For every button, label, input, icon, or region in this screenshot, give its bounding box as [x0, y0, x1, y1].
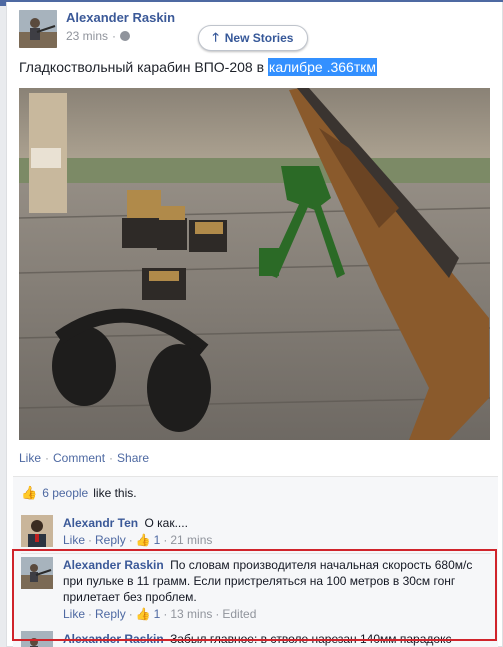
new-stories-button[interactable]: 🡑 New Stories — [198, 25, 308, 51]
meta-dot: · — [112, 29, 117, 43]
action-dot: · — [128, 533, 133, 547]
post-photo[interactable] — [19, 88, 490, 440]
likes-people-link[interactable]: 6 people — [42, 486, 88, 500]
share-link[interactable]: Share — [117, 451, 149, 465]
action-dot: · — [45, 451, 50, 465]
post-time[interactable]: 23 mins — [66, 29, 108, 43]
action-dot: · — [88, 533, 93, 547]
thumbs-up-icon: 👍 — [135, 533, 151, 547]
author-avatar[interactable] — [19, 10, 57, 48]
comment-like-link[interactable]: Like — [63, 532, 85, 548]
post-text-highlight: калибре .366ткм — [267, 58, 378, 76]
thumbs-up-icon: 👍 — [21, 485, 38, 500]
likes-suffix: like this. — [93, 486, 137, 500]
comment-text: О как.... — [144, 516, 188, 530]
comment-like-count[interactable]: 1 — [154, 532, 161, 548]
comment-body: Alexandr Ten О как.... Like · Reply · 👍 … — [63, 515, 483, 548]
comment-time[interactable]: 21 mins — [170, 532, 212, 548]
post-actions: Like · Comment · Share — [19, 451, 149, 465]
post-text: Гладкоствольный карабин ВПО-208 в калибр… — [19, 58, 378, 76]
comment-actions: Like · Reply · 👍 1 · 21 mins — [63, 532, 483, 548]
like-link[interactable]: Like — [19, 451, 41, 465]
globe-icon — [120, 31, 131, 41]
arrow-up-icon: 🡑 — [212, 29, 219, 44]
comment-author[interactable]: Alexandr Ten — [63, 516, 138, 530]
post-text-prefix: Гладкоствольный карабин ВПО-208 в — [19, 59, 268, 75]
new-stories-label: New Stories — [224, 31, 294, 45]
post-meta: 23 mins · — [66, 29, 131, 43]
annotation-highlight-box — [12, 549, 497, 641]
action-dot: · — [163, 533, 168, 547]
comment-avatar[interactable] — [21, 515, 53, 547]
comment-link[interactable]: Comment — [53, 451, 105, 465]
likes-summary: 👍 6 people like this. — [13, 476, 498, 509]
action-dot: · — [109, 451, 114, 465]
post-author-name[interactable]: Alexander Raskin — [66, 10, 175, 25]
comment-item: Alexandr Ten О как.... Like · Reply · 👍 … — [21, 515, 483, 548]
comment-reply-link[interactable]: Reply — [95, 532, 126, 548]
